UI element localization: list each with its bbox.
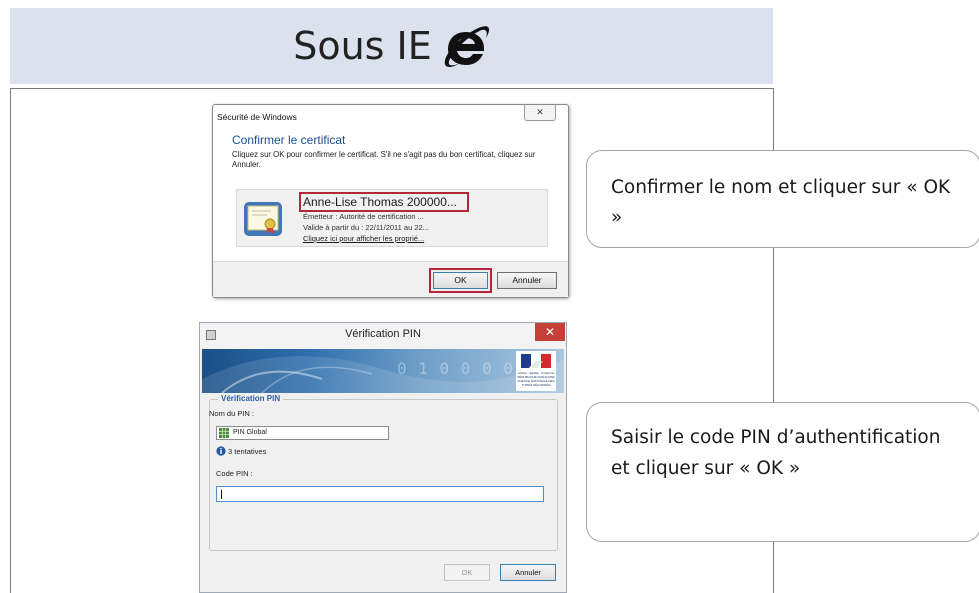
- dialog-caption: Sécurité de Windows: [217, 112, 297, 122]
- dialog-description: Cliquez sur OK pour confirmer le certifi…: [232, 150, 536, 169]
- attempts-remaining: 3 tentatives: [228, 447, 267, 456]
- cancel-button[interactable]: Annuler: [500, 564, 556, 581]
- internet-explorer-icon: [444, 26, 489, 67]
- close-button[interactable]: ✕: [535, 323, 565, 341]
- ants-logo: Liberté · Égalité · Fraternité RÉPUBLIQU…: [516, 351, 556, 391]
- ok-button[interactable]: OK: [444, 564, 490, 581]
- title-banner: Sous IE: [10, 8, 773, 84]
- certificate-issuer: Émetteur : Autorité de certification ...: [303, 212, 424, 221]
- close-button[interactable]: ✕: [524, 105, 556, 121]
- dialog-footer: OK Annuler: [213, 261, 568, 297]
- dialog-heading: Confirmer le certificat: [232, 133, 346, 147]
- text-caret: [221, 490, 222, 499]
- certificate-validity: Valide à partir du : 22/11/2011 au 22...: [303, 223, 429, 232]
- pin-verification-dialog: Vérification PIN ✕ 0 1 0 0 0 0 0 Liberté…: [199, 322, 567, 593]
- dialog-banner: 0 1 0 0 0 0 0 Liberté · Égalité · Frater…: [202, 349, 564, 393]
- pin-name-value: PIN Global: [233, 429, 267, 436]
- marianne-flag-icon: [521, 354, 551, 368]
- dialog-titlebar: Vérification PIN ✕: [200, 323, 566, 349]
- pin-grid-icon: [219, 428, 229, 438]
- frame-line-left: [10, 88, 11, 593]
- pin-name-label: Nom du PIN :: [209, 409, 255, 418]
- banner-digits: 0 1 0 0 0 0 0: [397, 359, 536, 378]
- callout-pin: Saisir le code PIN d’authentification et…: [586, 402, 979, 542]
- info-icon: [216, 446, 226, 456]
- certificate-icon: [244, 202, 282, 236]
- banner-title: Sous IE: [293, 24, 432, 68]
- frame-line-top: [10, 88, 774, 89]
- windows-security-dialog: Sécurité de Windows ✕ Confirmer le certi…: [212, 104, 569, 298]
- pin-code-input[interactable]: [216, 486, 544, 502]
- slide: Sous IE Sécurité de Windows ✕ Confirmer …: [0, 0, 979, 593]
- certificate-properties-link[interactable]: Cliquez ici pour afficher les proprié...: [303, 234, 424, 243]
- pin-group-box: Vérification PIN: [209, 394, 558, 551]
- cancel-button[interactable]: Annuler: [497, 272, 557, 289]
- banner-title-group: Sous IE: [10, 8, 773, 84]
- pin-code-label: Code PIN :: [216, 469, 253, 478]
- callout-pin-text: Saisir le code PIN d’authentification et…: [611, 427, 941, 479]
- pin-name-field[interactable]: PIN Global: [216, 426, 389, 440]
- certificate-name: Anne-Lise Thomas 200000...: [303, 195, 457, 209]
- callout-confirm: Confirmer le nom et cliquer sur « OK »: [586, 150, 979, 248]
- certificate-card[interactable]: Anne-Lise Thomas 200000... Émetteur : Au…: [236, 189, 548, 247]
- callout-confirm-text: Confirmer le nom et cliquer sur « OK »: [611, 177, 951, 228]
- ants-logo-text: Liberté · Égalité · Fraternité RÉPUBLIQU…: [517, 371, 555, 387]
- ok-button[interactable]: OK: [433, 272, 488, 289]
- pin-group-title: Vérification PIN: [218, 394, 284, 403]
- dialog-title: Vérification PIN: [345, 328, 421, 340]
